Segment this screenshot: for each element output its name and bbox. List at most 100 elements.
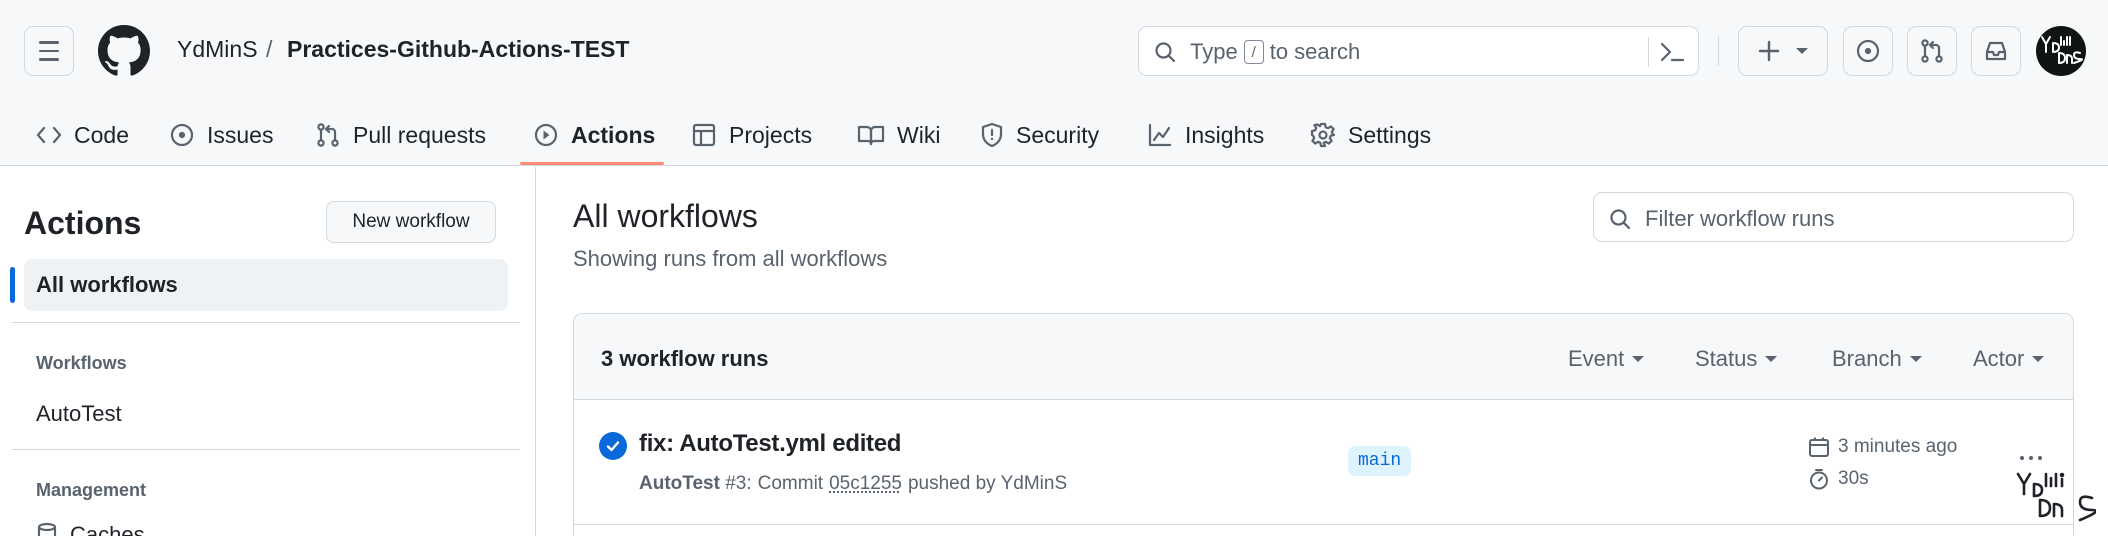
github-logo-icon[interactable]: [98, 25, 150, 77]
new-workflow-button[interactable]: New workflow: [326, 201, 496, 243]
create-new-button[interactable]: [1738, 26, 1828, 76]
tab-label: Issues: [207, 121, 274, 148]
actions-sidebar: Actions New workflow All workflows Workf…: [0, 167, 536, 536]
branch-filter-dropdown[interactable]: Branch: [1832, 346, 1922, 372]
dropdown-label: Actor: [1973, 346, 2025, 371]
run-meta: AutoTest #3: Commit 05c1255 pushed by Yd…: [639, 473, 1067, 495]
tab-code[interactable]: Code: [36, 104, 129, 166]
command-palette-icon[interactable]: [1659, 40, 1685, 64]
search-prefix: Type: [1190, 39, 1238, 64]
menu-button[interactable]: [24, 26, 74, 76]
tab-label: Actions: [571, 121, 656, 148]
caret-down-icon: [1909, 356, 1922, 362]
shield-icon: [981, 122, 1003, 148]
table-icon: [692, 123, 716, 147]
workflows-heading: Workflows: [36, 353, 127, 373]
tab-wiki[interactable]: Wiki: [857, 104, 940, 166]
tab-issues[interactable]: Issues: [169, 104, 273, 166]
user-avatar[interactable]: [2036, 26, 2086, 76]
filter-workflow-runs-input[interactable]: Filter workflow runs: [1593, 192, 2074, 242]
sidebar-item-caches[interactable]: Caches: [36, 522, 145, 536]
tab-pull-requests[interactable]: Pull requests: [315, 104, 486, 166]
menu-line: [39, 49, 59, 53]
pull-requests-button[interactable]: [1907, 26, 1957, 76]
sidebar-item-autotest[interactable]: AutoTest: [36, 401, 122, 427]
caret-down-icon: [1632, 356, 1645, 362]
runs-list-header: 3 workflow runs Event Status Branch Acto…: [574, 314, 2073, 400]
sidebar-item-label: Caches: [70, 522, 145, 536]
tab-label: Security: [1016, 121, 1100, 148]
gear-icon: [1310, 122, 1336, 148]
page-subtitle: Showing runs from all workflows: [573, 246, 888, 271]
run-title-link[interactable]: fix: AutoTest.yml edited: [639, 430, 901, 458]
tab-actions[interactable]: Actions: [533, 104, 655, 166]
tab-label: Wiki: [897, 121, 941, 148]
search-placeholder: Type / to search: [1190, 39, 1360, 65]
sidebar-divider: [12, 449, 520, 450]
run-time-text: 3 minutes ago: [1838, 436, 1958, 457]
runs-count: 3 workflow runs: [601, 346, 769, 371]
inbox-icon: [1985, 41, 2007, 61]
book-icon: [857, 125, 885, 146]
ydmins-watermark-logo: [2016, 472, 2096, 522]
run-timestamp: 3 minutes ago: [1808, 436, 1957, 458]
commit-sha-link[interactable]: 05c1255: [829, 473, 902, 495]
inbox-button[interactable]: [1971, 26, 2021, 76]
dropdown-label: Status: [1695, 346, 1758, 371]
sidebar-title: Actions: [24, 205, 142, 241]
dropdown-label: Branch: [1832, 346, 1902, 371]
sidebar-item-all-workflows[interactable]: All workflows: [24, 259, 508, 311]
tab-settings[interactable]: Settings: [1310, 104, 1431, 166]
caret-down-icon: [1796, 48, 1808, 54]
search-icon: [1610, 209, 1631, 230]
avatar-image: [2041, 36, 2083, 64]
issues-button[interactable]: [1843, 26, 1893, 76]
menu-line: [39, 58, 59, 61]
repo-nav: Code Issues Pull requests Actions Projec…: [0, 104, 1500, 166]
pushed-by: pushed by YdMinS: [907, 473, 1068, 494]
tab-projects[interactable]: Projects: [691, 104, 812, 166]
sidebar-item-label: All workflows: [36, 272, 178, 297]
dropdown-label: Event: [1568, 346, 1625, 371]
header-divider: [1718, 36, 1719, 66]
workflow-runs-list: 3 workflow runs Event Status Branch Acto…: [573, 313, 2074, 536]
slash-key-hint: /: [1243, 40, 1264, 64]
tab-label: Settings: [1348, 121, 1432, 148]
database-icon: [37, 522, 57, 536]
page-title: All workflows: [573, 198, 758, 234]
git-pull-request-icon: [317, 123, 339, 147]
repo-owner-link[interactable]: YdMinS: [177, 36, 258, 63]
selected-tab-indicator: [520, 162, 664, 165]
check-circle-icon: [599, 432, 627, 460]
search-suffix: to search: [1269, 39, 1361, 64]
commit-label: Commit: [757, 473, 824, 494]
graph-icon: [1148, 123, 1172, 147]
breadcrumb-separator: /: [266, 36, 273, 62]
plus-icon: [1758, 40, 1780, 62]
tab-label: Projects: [729, 121, 813, 148]
filter-placeholder: Filter workflow runs: [1645, 206, 1835, 231]
branch-label[interactable]: main: [1348, 446, 1412, 476]
play-icon: [534, 123, 558, 147]
run-meta-colon: :: [746, 473, 752, 494]
issue-opened-icon: [170, 123, 194, 147]
search-icon: [1155, 42, 1176, 63]
git-pull-request-icon: [1921, 39, 1943, 63]
status-filter-dropdown[interactable]: Status: [1695, 346, 1778, 372]
management-heading: Management: [36, 480, 147, 500]
menu-line: [39, 41, 59, 44]
table-row[interactable]: fix: AutoTest.yml edited AutoTest #3: Co…: [574, 400, 2073, 525]
repo-name-link[interactable]: Practices-Github-Actions-TEST: [287, 36, 629, 63]
caret-down-icon: [2032, 356, 2045, 362]
code-icon: [36, 126, 62, 144]
search-input[interactable]: Type / to search: [1138, 26, 1699, 76]
caret-down-icon: [1765, 356, 1778, 362]
search-divider: [1648, 37, 1649, 67]
event-filter-dropdown[interactable]: Event: [1568, 346, 1645, 372]
calendar-icon: [1809, 437, 1829, 457]
tab-insights[interactable]: Insights: [1147, 104, 1264, 166]
tab-label: Insights: [1185, 121, 1265, 148]
tab-security[interactable]: Security: [980, 104, 1099, 166]
actor-filter-dropdown[interactable]: Actor: [1973, 346, 2045, 372]
stopwatch-icon: [1810, 469, 1828, 490]
